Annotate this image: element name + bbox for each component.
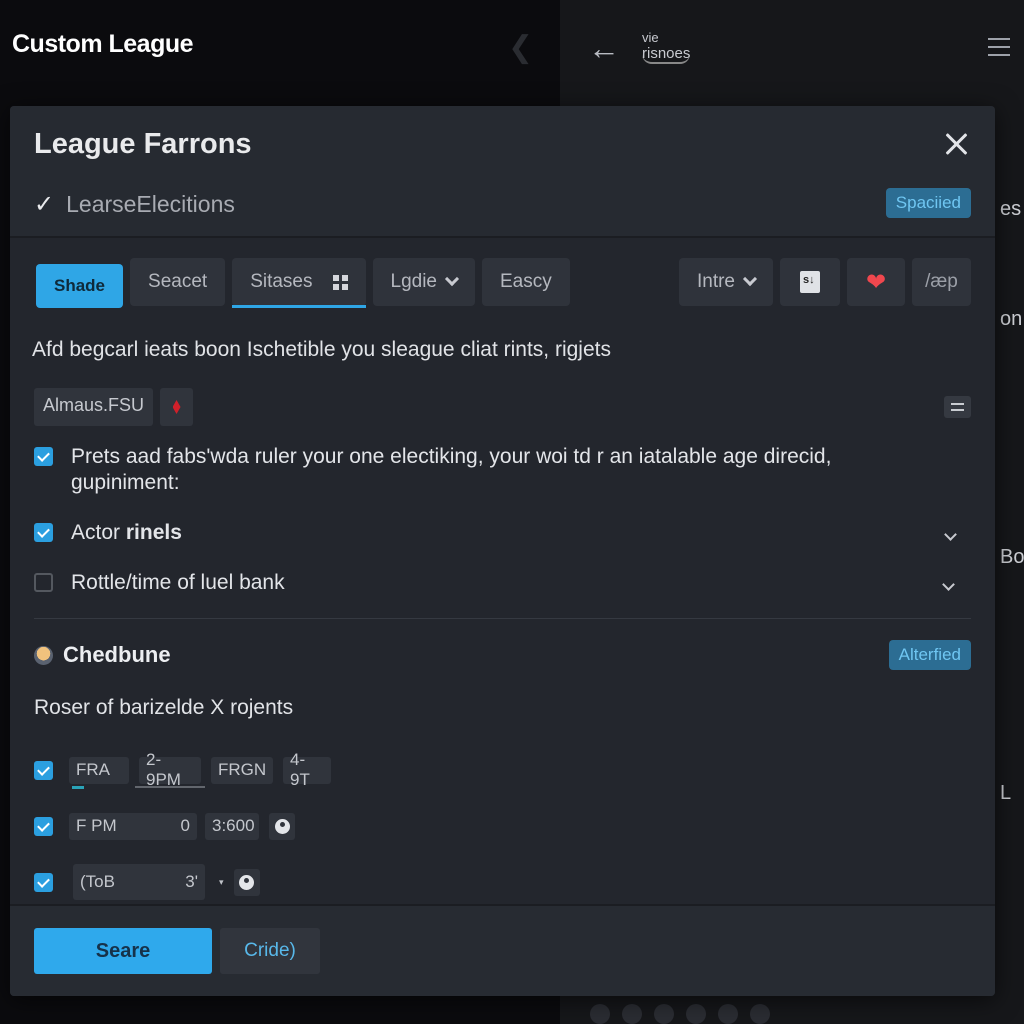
- modal-footer: Seare Cride): [10, 904, 995, 996]
- modal-header: League Farrons ✓ LearseElecitions Spacii…: [10, 106, 995, 238]
- tab-sitases-label: Sitases: [250, 271, 313, 292]
- tag-chip[interactable]: Almaus.FSU: [34, 388, 154, 426]
- diamond-icon: [172, 400, 181, 414]
- options-menu-button[interactable]: [944, 396, 971, 418]
- favorite-button[interactable]: ❤: [847, 258, 905, 306]
- section-divider: [34, 618, 971, 619]
- user-icon: [239, 874, 255, 890]
- eascy-button[interactable]: Eascy: [482, 258, 570, 306]
- schedule-field[interactable]: FRA: [69, 756, 129, 784]
- brand-line-2: risnoes: [642, 45, 691, 64]
- lgdie-dropdown-label: Lgdie: [390, 271, 438, 292]
- focus-indicator: [72, 786, 84, 789]
- user-icon: [274, 818, 290, 834]
- status-badge: Spaciied: [885, 188, 971, 218]
- brand-logo: vie risnoes: [642, 30, 691, 64]
- document-button[interactable]: [780, 258, 840, 306]
- background-text-fragment: es: [1000, 198, 1022, 220]
- chip-row: Almaus.FSU: [34, 388, 194, 426]
- option-label: Actor rinels: [71, 520, 182, 546]
- modal-subtitle: LearseElecitions: [66, 191, 235, 217]
- section-header: Chedbune: [34, 642, 171, 668]
- option-label: Rottle/time of luel bank: [71, 571, 285, 594]
- toolbar: Shade Seacet Sitases Lgdie Eascy Intre ❤…: [36, 258, 971, 310]
- schedule-time-field[interactable]: 4-9T: [283, 750, 331, 789]
- chevron-down-icon: [944, 528, 957, 541]
- schedule-row: (ToB 3' ▾: [34, 854, 331, 910]
- schedule-list: FRA 2-9PM FRGN 4-9T F PM 0 3:600 (ToB 3'…: [34, 742, 331, 910]
- option-label-normal: Actor: [71, 521, 126, 544]
- schedule-checkbox[interactable]: [34, 872, 53, 892]
- background-text-fragment: Bo: [1000, 546, 1024, 568]
- expand-chevron[interactable]: [934, 576, 955, 594]
- collapse-chevron-icon[interactable]: ❮: [508, 30, 533, 65]
- chevron-down-icon: [742, 271, 758, 287]
- brand-line-1: vie: [642, 30, 659, 45]
- slash-button[interactable]: /æp: [912, 258, 971, 306]
- subtitle-row: ✓ LearseElecitions: [34, 190, 235, 219]
- save-button[interactable]: Seare: [34, 928, 212, 974]
- schedule-checkbox[interactable]: [34, 816, 53, 836]
- option-item: Prets aad fabs'wda ruler your one electi…: [34, 444, 971, 496]
- section-title: Chedbune: [63, 642, 171, 667]
- expand-chevron[interactable]: [936, 526, 957, 544]
- chevron-down-icon: [942, 578, 955, 591]
- schedule-field[interactable]: F PM 0: [69, 812, 197, 840]
- schedule-field-label: (ToB: [80, 872, 115, 891]
- schedule-row: F PM 0 3:600: [34, 798, 331, 854]
- lgdie-dropdown[interactable]: Lgdie: [372, 258, 475, 306]
- schedule-row: FRA 2-9PM FRGN 4-9T: [34, 742, 331, 798]
- avatar-icon: [34, 645, 53, 665]
- schedule-time-field[interactable]: 3:600: [205, 812, 259, 840]
- intre-dropdown-label: Intre: [696, 271, 735, 292]
- chevron-down-icon: [444, 271, 460, 287]
- heart-icon: ❤: [865, 268, 887, 296]
- option-checkbox[interactable]: [34, 447, 53, 466]
- close-icon[interactable]: [941, 130, 971, 160]
- slash-icon: /æp: [925, 271, 958, 292]
- user-button[interactable]: [233, 868, 260, 896]
- tab-sitases[interactable]: Sitases: [232, 258, 366, 308]
- grid-icon: [332, 274, 348, 290]
- user-button[interactable]: [269, 812, 295, 840]
- seacet-button[interactable]: Seacet: [130, 258, 226, 306]
- diamond-button[interactable]: [160, 388, 194, 426]
- schedule-checkbox[interactable]: [34, 760, 53, 780]
- schedule-field[interactable]: (ToB 3': [73, 864, 205, 900]
- background-avatar-row: [590, 1004, 770, 1024]
- option-item: Rottle/time of luel bank: [34, 570, 971, 596]
- checkmark-icon: ✓: [34, 191, 55, 218]
- modal-title: League Farrons: [34, 128, 252, 160]
- section-badge: Alterfied: [888, 640, 971, 670]
- intre-dropdown[interactable]: Intre: [678, 258, 773, 306]
- background-text-fragment: on: [1000, 308, 1023, 330]
- schedule-time-field[interactable]: 2-9PM: [135, 750, 205, 789]
- option-label: Prets aad fabs'wda ruler your one electi…: [71, 445, 832, 494]
- shade-button[interactable]: Shade: [36, 264, 124, 308]
- document-icon: [800, 271, 820, 293]
- app-title: Custom League: [12, 30, 194, 58]
- league-options-modal: League Farrons ✓ LearseElecitions Spacii…: [10, 106, 995, 996]
- options-list: Prets aad fabs'wda ruler your one electi…: [34, 444, 971, 596]
- schedule-field-value: 0: [180, 816, 190, 835]
- option-checkbox[interactable]: [34, 523, 53, 542]
- description-text: Afd begcarl ieats boon Ischetible you sl…: [32, 338, 611, 361]
- dropdown-marker-icon[interactable]: ▾: [219, 877, 224, 888]
- cancel-button[interactable]: Cride): [220, 928, 320, 974]
- option-label-bold: rinels: [125, 521, 182, 544]
- back-arrow-icon[interactable]: ←: [588, 30, 620, 66]
- option-checkbox[interactable]: [34, 573, 53, 592]
- section-description: Roser of barizelde X rojents: [34, 696, 294, 719]
- schedule-field[interactable]: FRGN: [211, 756, 273, 784]
- schedule-field-value: 3': [185, 872, 198, 891]
- option-item: Actor rinels: [34, 520, 971, 546]
- schedule-field-label: F PM: [76, 816, 117, 835]
- background-text-fragment: L: [1000, 782, 1012, 804]
- hamburger-menu-icon[interactable]: [982, 32, 1010, 62]
